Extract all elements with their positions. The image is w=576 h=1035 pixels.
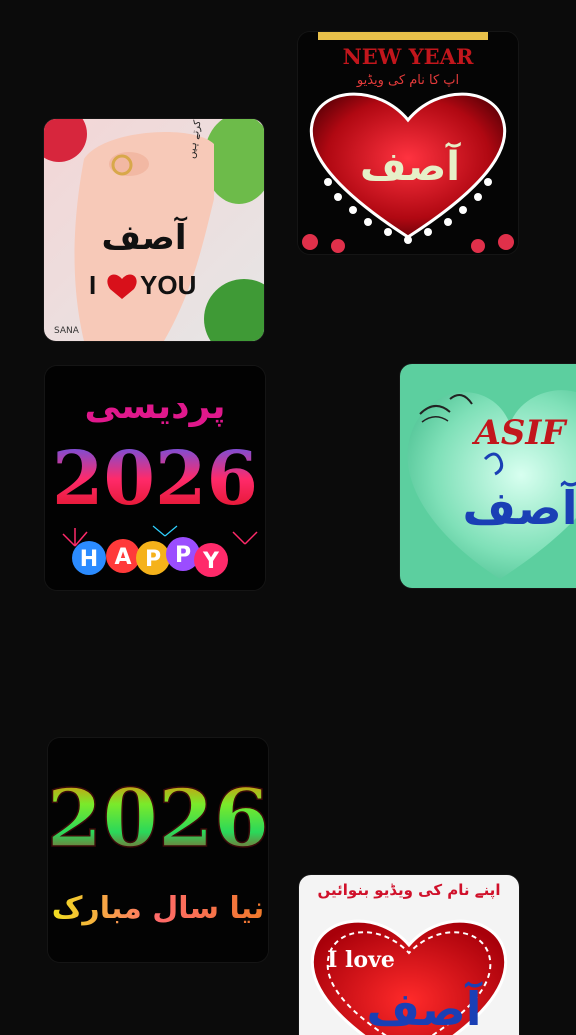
video-thumbnail-asif[interactable]: ASIF آصف: [400, 364, 576, 588]
new-year-artwork: NEW YEAR اپ کا نام کی ویڈیو آصف: [298, 32, 518, 254]
i-love-name: آصف: [367, 981, 483, 1035]
happy-letter-a: A: [114, 545, 131, 570]
mubarak-year: 2026: [48, 771, 268, 865]
video-thumbnail-2026-mubarak[interactable]: 2026 نیا سال مبارک: [48, 738, 268, 962]
video-thumbnail-new-year[interactable]: NEW YEAR اپ کا نام کی ویڈیو آصف: [298, 32, 518, 254]
new-year-title: NEW YEAR: [343, 44, 474, 69]
asif-artwork: ASIF آصف: [400, 364, 576, 588]
video-thumbnail-i-love-you[interactable]: ہم تم سے محبت کرتے ہیں آصف I YOU SANA: [44, 119, 264, 341]
video-thumbnail-pardesi[interactable]: پردیسی 2026 H A P P Y: [45, 366, 265, 590]
mubarak-urdu-wish: نیا سال مبارک: [52, 891, 265, 926]
happy-letter-y: Y: [202, 549, 220, 574]
i-love-text: I love: [327, 947, 395, 973]
happy-letter-p2: P: [175, 543, 191, 568]
love-name: آصف: [102, 216, 188, 258]
caption-you: YOU: [140, 270, 196, 300]
video-thumbnail-i-love[interactable]: اپنے نام کی ویڈیو بنوائیں I love آصف: [299, 875, 519, 1035]
i-love-artwork: اپنے نام کی ویڈیو بنوائیں I love آصف: [299, 875, 519, 1035]
new-year-urdu-caption: اپ کا نام کی ویڈیو: [356, 73, 459, 88]
asif-english-name: ASIF: [472, 413, 569, 453]
asif-urdu-name: آصف: [463, 480, 576, 535]
new-year-name: آصف: [360, 141, 461, 190]
caption-i: I: [89, 270, 96, 300]
mubarak-artwork: 2026 نیا سال مبارک: [48, 738, 268, 962]
pardesi-artwork: پردیسی 2026 H A P P Y: [45, 366, 265, 590]
pardesi-title: پردیسی: [85, 386, 226, 427]
i-love-you-artwork: ہم تم سے محبت کرتے ہیں آصف I YOU SANA: [44, 119, 264, 341]
happy-letter-p1: P: [145, 547, 161, 572]
pardesi-year: 2026: [52, 436, 258, 522]
corner-tag: SANA: [54, 326, 80, 336]
happy-letter-h: H: [80, 547, 98, 572]
i-love-urdu-header: اپنے نام کی ویڈیو بنوائیں: [318, 881, 501, 900]
